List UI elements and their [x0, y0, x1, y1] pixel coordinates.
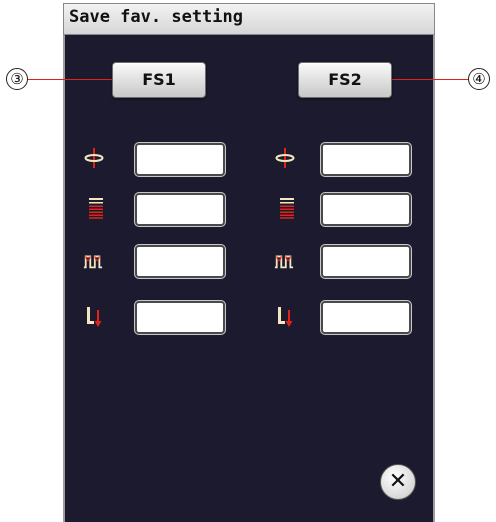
fs2-presser-foot-pressure-field[interactable] [321, 301, 411, 334]
presser-foot-pressure-icon [87, 307, 102, 327]
stitch-length-icon [280, 198, 294, 219]
title-bar: Save fav. setting [63, 3, 435, 35]
presser-foot-pressure-icon [278, 307, 293, 327]
close-button[interactable]: ✕ [380, 464, 416, 500]
fs2-button[interactable]: FS2 [298, 62, 392, 98]
fs1-presser-foot-pressure-field[interactable] [135, 301, 225, 334]
stitch-length-icon [89, 198, 103, 219]
stitch-width-icon [83, 255, 103, 269]
callout-line-4 [392, 79, 468, 80]
close-icon: ✕ [388, 469, 408, 494]
fs1-thread-tension-field[interactable] [135, 143, 225, 176]
fs1-stitch-width-field[interactable] [135, 245, 225, 278]
callout-marker-4: ④ [468, 68, 490, 90]
fs1-button[interactable]: FS1 [112, 62, 206, 98]
fs1-stitch-length-field[interactable] [135, 193, 225, 226]
callout-marker-3: ③ [6, 68, 28, 90]
callout-line-3 [28, 79, 112, 80]
thread-tension-icon [275, 148, 295, 168]
thread-tension-icon [84, 148, 104, 168]
window-title: Save fav. setting [69, 7, 243, 27]
fs2-stitch-width-field[interactable] [321, 245, 411, 278]
fs2-stitch-length-field[interactable] [321, 193, 411, 226]
stitch-width-icon [274, 255, 294, 269]
fs2-thread-tension-field[interactable] [321, 143, 411, 176]
